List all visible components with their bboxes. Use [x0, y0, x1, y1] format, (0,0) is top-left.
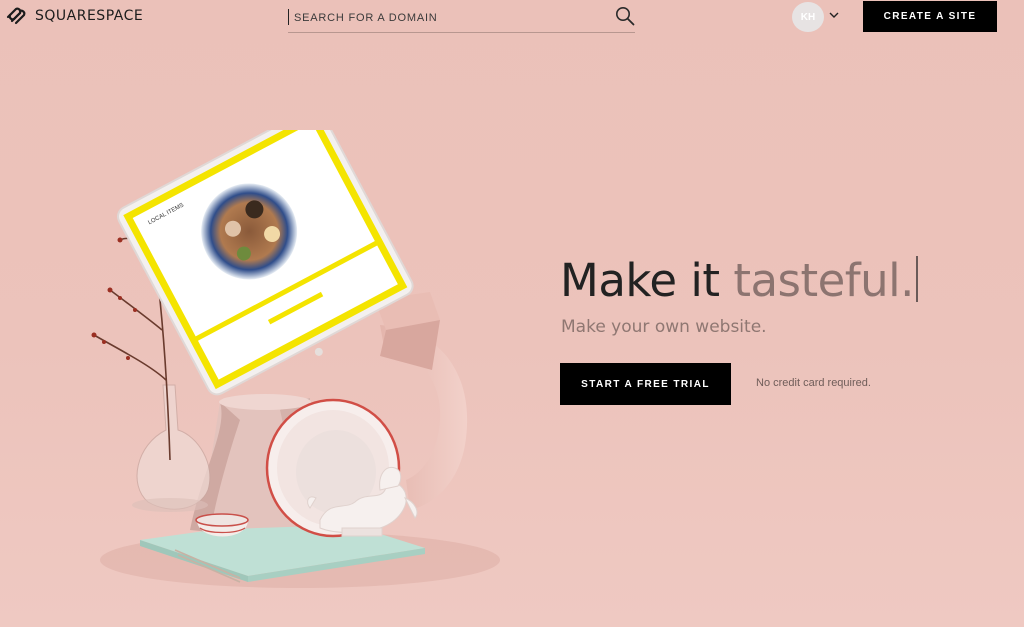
hero-title: Make it tasteful. — [560, 253, 918, 309]
typing-caret — [915, 256, 918, 302]
top-nav: SQUARESPACE KH CREATE A SITE — [0, 0, 1024, 34]
hero-title-accent: tasteful. — [733, 254, 914, 307]
tablet-home-button — [314, 347, 323, 356]
hero-illustration: LOCAL ITEMS — [91, 130, 500, 588]
tablet-device: LOCAL ITEMS — [116, 130, 414, 396]
create-site-button[interactable]: CREATE A SITE — [863, 1, 997, 32]
domain-search — [288, 4, 635, 33]
user-avatar[interactable]: KH — [792, 2, 824, 32]
start-free-trial-button[interactable]: START A FREE TRIAL — [560, 363, 731, 405]
domain-search-input[interactable] — [294, 8, 594, 28]
no-credit-card-note: No credit card required. — [756, 377, 871, 389]
search-icon[interactable] — [615, 6, 635, 26]
hero-subtitle: Make your own website. — [561, 317, 767, 337]
squarespace-logo-icon — [6, 7, 26, 25]
brand-name: SQUARESPACE — [35, 8, 144, 24]
text-cursor — [288, 9, 289, 25]
chevron-down-icon[interactable] — [829, 10, 839, 20]
brand-logo[interactable]: SQUARESPACE — [5, 5, 143, 27]
hero-title-dark: Make it — [560, 254, 720, 307]
